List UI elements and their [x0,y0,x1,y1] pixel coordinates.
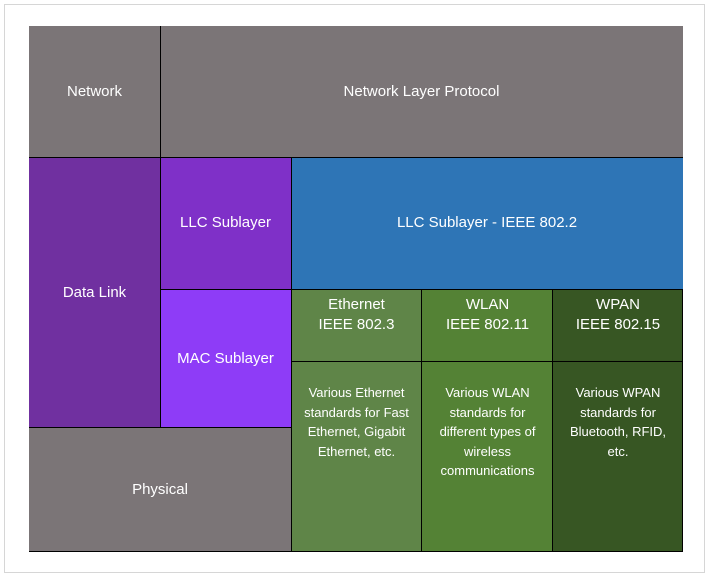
divider [291,157,292,552]
wlan-name: WLAN [465,296,510,313]
wpan-description: Various WPAN standards for Bluetooth, RF… [569,385,667,459]
wlan-description-cell: Various WLAN standards for different typ… [422,361,553,552]
network-layer-cell: Network [29,26,160,157]
physical-layer-label: Physical [132,481,188,498]
mac-sublayer-cell: MAC Sublayer [160,289,291,428]
ethernet-description-cell: Various Ethernet standards for Fast Ethe… [291,361,422,552]
divider [160,26,161,428]
wpan-ieee: IEEE 802.15 [575,316,661,333]
divider [29,551,683,552]
llc-sublayer-label: LLC Sublayer [180,214,271,231]
wpan-header-cell: WPAN IEEE 802.15 [553,289,683,361]
wpan-name: WPAN [596,296,640,313]
ethernet-header-cell: Ethernet IEEE 802.3 [291,289,422,361]
network-protocol-cell: Network Layer Protocol [160,26,683,157]
network-layer-label: Network [66,82,122,100]
divider [29,157,683,158]
ethernet-ieee: IEEE 802.3 [318,316,395,333]
divider [29,427,291,428]
wlan-header-cell: WLAN IEEE 802.11 [422,289,553,361]
divider [682,289,683,552]
ethernet-description: Various Ethernet standards for Fast Ethe… [304,385,409,459]
llc-ieee-cell: LLC Sublayer - IEEE 802.2 [291,157,683,289]
wlan-ieee: IEEE 802.11 [445,316,530,333]
llc-sublayer-cell: LLC Sublayer [160,157,291,289]
datalink-layer-label: Data Link [62,283,127,301]
ethernet-name: Ethernet [328,296,385,313]
datalink-layer-cell: Data Link [29,157,160,428]
wlan-description: Various WLAN standards for different typ… [439,385,536,478]
network-protocol-label: Network Layer Protocol [343,82,500,100]
physical-layer-cell: Physical [29,428,291,552]
wpan-description-cell: Various WPAN standards for Bluetooth, RF… [553,361,683,552]
divider [552,289,553,552]
divider [291,361,683,362]
divider [421,289,422,552]
mac-sublayer-label: MAC Sublayer [177,349,274,367]
llc-ieee-label: LLC Sublayer - IEEE 802.2 [396,214,578,231]
